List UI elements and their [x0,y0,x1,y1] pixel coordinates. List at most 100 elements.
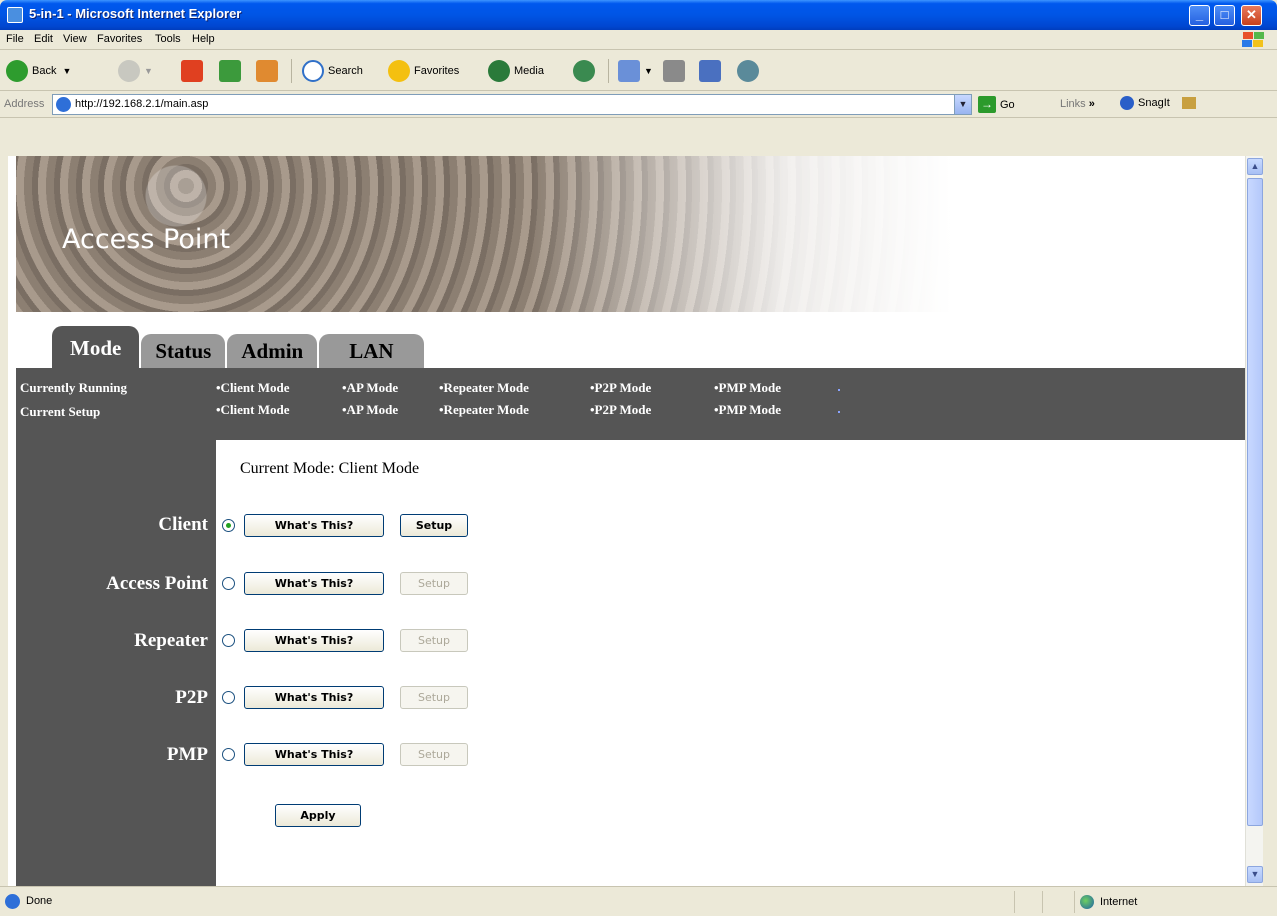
refresh-icon [219,60,241,82]
address-label: Address [4,98,45,110]
scroll-down-icon[interactable]: ▼ [1247,866,1263,883]
menu-file[interactable]: File [6,33,24,45]
snagit-capture-icon[interactable] [1181,97,1196,109]
running-client-mode[interactable]: •Client Mode [216,380,290,396]
go-button[interactable]: → Go [978,96,1015,113]
repeater-radio[interactable] [222,634,235,647]
p2p-whats-this-button[interactable]: What's This? [244,686,384,709]
star-icon [388,60,410,82]
banner: Access Point [16,156,952,312]
edit-icon [699,60,721,82]
menu-bar: File Edit View Favorites Tools Help [0,30,1277,50]
page-done-icon [5,894,20,909]
p2p-setup-button: Setup [400,686,468,709]
page-viewport: Access Point Mode Status Admin LAN Curre… [8,156,1245,886]
running-p2p-mode[interactable]: •P2P Mode [590,380,651,396]
client-setup-button[interactable]: Setup [400,514,468,537]
snagit-icon [1120,96,1134,110]
mode-label-repeater: Repeater [134,630,208,651]
back-arrow-icon [6,60,28,82]
pmp-setup-button: Setup [400,743,468,766]
setup-pmp-mode[interactable]: •PMP Mode [714,402,781,418]
minimize-button[interactable]: _ [1189,5,1210,26]
running-ap-mode[interactable]: •AP Mode [342,380,398,396]
setup-ap-mode[interactable]: •AP Mode [342,402,398,418]
internet-globe-icon [1080,895,1094,909]
snagit-button[interactable]: SnagIt [1120,96,1196,110]
repeater-whats-this-button[interactable]: What's This? [244,629,384,652]
edit-button[interactable] [699,59,725,83]
stop-icon [181,60,203,82]
stop-button[interactable] [181,59,207,83]
home-button[interactable] [256,59,282,83]
search-button[interactable]: Search [302,59,363,83]
tab-admin[interactable]: Admin [227,334,318,368]
scroll-thumb[interactable] [1247,178,1263,826]
favorites-button[interactable]: Favorites [388,59,459,83]
home-icon [256,60,278,82]
forward-arrow-icon [118,60,140,82]
tab-lan[interactable]: LAN [319,334,424,368]
page-icon [56,97,71,112]
running-pmp-mode[interactable]: •PMP Mode [714,380,781,396]
setup-client-mode[interactable]: •Client Mode [216,402,290,418]
address-input[interactable]: http://192.168.2.1/main.asp ▼ [52,94,972,115]
menu-tools[interactable]: Tools [155,33,181,45]
history-button[interactable] [573,59,599,83]
address-bar: Address http://192.168.2.1/main.asp ▼ → … [0,92,1277,118]
links-button[interactable]: Links » [1060,98,1095,110]
mode-label-access-point: Access Point [106,573,208,594]
ie-icon [7,7,23,23]
refresh-button[interactable] [219,59,245,83]
go-arrow-icon: → [978,96,996,113]
title-bar: 5-in-1 - Microsoft Internet Explorer _ □… [0,0,1277,30]
mail-icon [618,60,640,82]
messenger-button[interactable] [737,59,763,83]
banner-title: Access Point [62,224,231,255]
setup-repeater-mode[interactable]: •Repeater Mode [439,402,529,418]
access-point-radio[interactable] [222,577,235,590]
tab-bar: Mode Status Admin LAN [52,326,426,368]
tab-mode[interactable]: Mode [52,326,140,368]
vertical-scrollbar[interactable]: ▲ ▼ [1245,156,1263,886]
setup-p2p-mode[interactable]: •P2P Mode [590,402,651,418]
running-repeater-mode[interactable]: •Repeater Mode [439,380,529,396]
client-radio[interactable] [222,519,235,532]
client-whats-this-button[interactable]: What's This? [244,514,384,537]
security-zone: Internet [1080,895,1137,909]
forward-button[interactable]: ▼ [118,59,153,83]
mode-label-pmp: PMP [166,744,208,765]
mode-status-strip: Currently Running •Client Mode •AP Mode … [16,368,1245,440]
maximize-button[interactable]: □ [1214,5,1235,26]
messenger-icon [737,60,759,82]
address-url: http://192.168.2.1/main.asp [75,98,209,110]
mode-label-client: Client [158,514,208,535]
pmp-whats-this-button[interactable]: What's This? [244,743,384,766]
media-icon [488,60,510,82]
pmp-radio[interactable] [222,748,235,761]
menu-view[interactable]: View [63,33,87,45]
current-mode-text: Current Mode: Client Mode [240,460,420,477]
windows-logo-icon [1241,31,1267,49]
menu-help[interactable]: Help [192,33,215,45]
access-point-setup-button: Setup [400,572,468,595]
status-bar: Done Internet [0,886,1277,916]
mail-button[interactable]: ▼ [618,59,653,83]
print-icon [663,60,685,82]
access-point-whats-this-button[interactable]: What's This? [244,572,384,595]
toolbar: Back ▼ ▼ Search Favorites Media ▼ [0,51,1277,91]
close-button[interactable]: ✕ [1241,5,1262,26]
print-button[interactable] [663,59,689,83]
tab-status[interactable]: Status [141,334,226,368]
address-dropdown-icon[interactable]: ▼ [954,95,971,114]
back-button[interactable]: Back ▼ [6,59,71,83]
media-button[interactable]: Media [488,59,544,83]
status-text: Done [26,895,53,907]
apply-button[interactable]: Apply [275,804,361,827]
history-icon [573,60,595,82]
p2p-radio[interactable] [222,691,235,704]
menu-edit[interactable]: Edit [34,33,53,45]
currently-running-label: Currently Running [20,380,128,395]
scroll-up-icon[interactable]: ▲ [1247,158,1263,175]
menu-favorites[interactable]: Favorites [97,33,142,45]
